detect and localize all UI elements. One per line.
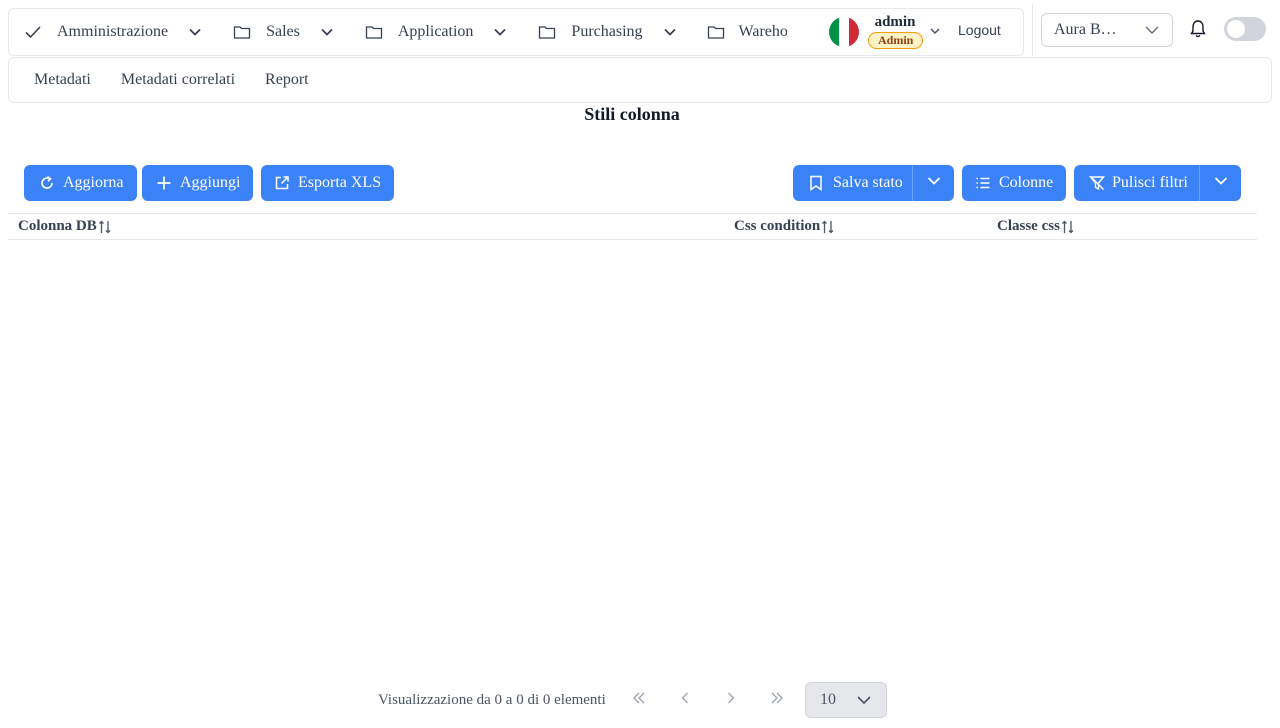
column-header-label: Classe css: [997, 218, 1060, 234]
first-page-button[interactable]: [616, 682, 662, 718]
user-chevron-down-icon[interactable]: [928, 24, 944, 40]
column-header-label: Css condition: [734, 218, 821, 234]
chevron-left-icon: [677, 690, 693, 711]
chevron-down-icon: [856, 692, 874, 710]
chevron-down-icon: [1213, 173, 1229, 194]
previous-page-button[interactable]: [662, 682, 708, 718]
export-xls-button-label: Esporta XLS: [298, 174, 382, 191]
table-header: Colonna DB Css condition Classe css: [8, 213, 1257, 240]
subnav-item-report[interactable]: Report: [250, 71, 324, 89]
save-state-dropdown-toggle[interactable]: [912, 165, 954, 201]
flag-stripe-white: [839, 17, 849, 47]
plus-icon: [155, 174, 173, 192]
paginator: Visualizzazione da 0 a 0 di 0 elementi: [378, 682, 800, 718]
add-button-label: Aggiungi: [180, 174, 241, 191]
chevron-down-icon[interactable]: [186, 23, 204, 41]
next-page-button[interactable]: [708, 682, 754, 718]
menu-item-label: Sales: [266, 23, 300, 40]
toggle-knob: [1227, 20, 1245, 38]
folder-icon: [537, 22, 557, 42]
logout-button[interactable]: Logout: [958, 22, 1001, 38]
menu-item-purchasing[interactable]: Purchasing: [523, 9, 692, 55]
double-chevron-right-icon: [769, 690, 785, 711]
filter-slash-icon: [1088, 174, 1106, 192]
theme-toggle[interactable]: [1224, 17, 1266, 41]
add-button[interactable]: Aggiungi: [142, 165, 253, 201]
sort-icon: [820, 219, 836, 235]
last-page-button[interactable]: [754, 682, 800, 718]
right-panel: Aura B…: [1032, 4, 1272, 56]
folder-icon: [364, 22, 384, 42]
column-header-css-condition[interactable]: Css condition: [734, 218, 836, 235]
list-icon: [974, 174, 992, 192]
external-link-icon: [273, 174, 291, 192]
page-title: Stili colonna: [584, 104, 680, 124]
save-state-button[interactable]: Salva stato: [793, 165, 903, 201]
chevron-down-icon: [926, 173, 942, 194]
user-menu[interactable]: admin Admin: [868, 13, 924, 49]
sort-icon: [97, 219, 113, 235]
columns-button[interactable]: Colonne: [962, 165, 1066, 201]
bookmark-icon: [807, 174, 825, 192]
folder-icon: [707, 22, 725, 42]
sort-icon: [1060, 219, 1076, 235]
columns-button-label: Colonne: [999, 174, 1054, 191]
save-state-button-label: Salva stato: [833, 174, 903, 191]
chevron-down-icon[interactable]: [491, 23, 509, 41]
chevron-right-icon: [723, 690, 739, 711]
refresh-button[interactable]: Aggiorna: [24, 165, 137, 201]
menu-item-warehouse[interactable]: Warehou: [693, 9, 787, 55]
menu-item-amministrazione[interactable]: Amministrazione: [9, 9, 218, 55]
subnav-item-metadati[interactable]: Metadati: [19, 71, 106, 89]
bell-icon[interactable]: [1189, 19, 1209, 39]
clear-filters-split-button: Pulisci filtri: [1074, 165, 1241, 201]
chevron-down-icon: [1144, 22, 1162, 40]
rows-per-page-value: 10: [820, 691, 836, 708]
chevron-down-icon[interactable]: [318, 23, 336, 41]
sub-navigation: Metadati Metadati correlati Report: [8, 57, 1272, 103]
chevron-down-icon[interactable]: [661, 23, 679, 41]
column-header-colonna-db[interactable]: Colonna DB: [18, 218, 113, 235]
menu-item-label: Application: [397, 23, 474, 40]
clear-filters-button-label: Pulisci filtri: [1112, 174, 1188, 191]
menu-item-label: Purchasing: [571, 23, 643, 40]
rows-per-page-select[interactable]: 10: [805, 682, 887, 718]
double-chevron-left-icon: [631, 690, 647, 711]
subnav-item-metadati-correlati[interactable]: Metadati correlati: [106, 71, 250, 89]
user-role-badge: Admin: [868, 32, 924, 49]
menu-item-label: Amministrazione: [57, 23, 169, 40]
column-header-classe-css[interactable]: Classe css: [997, 218, 1076, 235]
user-name: admin: [874, 14, 916, 30]
column-header-label: Colonna DB: [18, 218, 97, 234]
folder-icon: [232, 22, 252, 42]
paginator-report: Visualizzazione da 0 a 0 di 0 elementi: [378, 691, 606, 708]
italian-flag-icon[interactable]: [829, 17, 859, 47]
menu-item-application[interactable]: Application: [350, 9, 524, 55]
clear-filters-button[interactable]: Pulisci filtri: [1074, 165, 1188, 201]
company-select-value: Aura B…: [1054, 21, 1117, 38]
save-state-split-button: Salva stato: [793, 165, 954, 201]
export-xls-button[interactable]: Esporta XLS: [261, 165, 394, 201]
clear-filters-dropdown-toggle[interactable]: [1199, 165, 1241, 201]
refresh-button-label: Aggiorna: [63, 174, 124, 191]
refresh-icon: [38, 174, 56, 192]
menu-item-sales[interactable]: Sales: [218, 9, 350, 55]
company-select[interactable]: Aura B…: [1041, 13, 1173, 47]
check-icon: [23, 22, 43, 42]
menu-item-label: Warehou: [738, 23, 787, 40]
